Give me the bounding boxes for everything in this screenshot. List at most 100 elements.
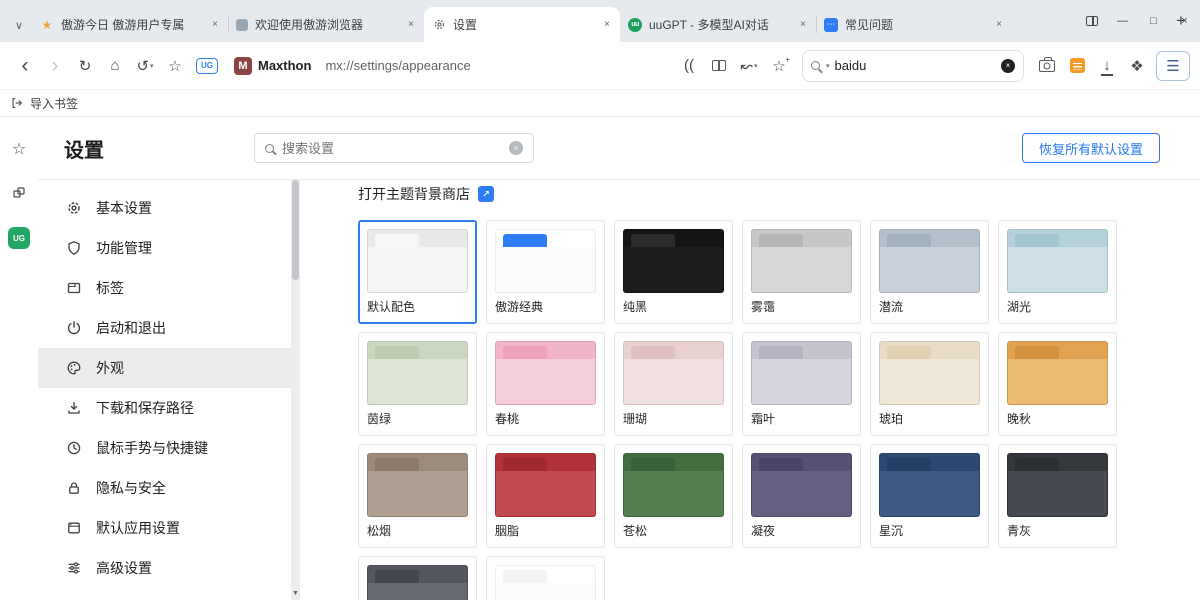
theme-card[interactable]: 茵绿 [358,332,477,436]
undo-button[interactable]: ↺▾ [130,51,160,81]
minimize-button[interactable]: — [1107,0,1138,42]
extensions-button[interactable]: ❖ [1122,51,1152,81]
external-link-icon: ↗ [478,186,494,202]
add-favorite-button[interactable]: ☆+ [764,51,794,81]
welcome-icon [236,19,248,31]
theme-card[interactable]: 星沉 [870,444,989,548]
theme-card[interactable]: 晚秋 [998,332,1117,436]
theme-card[interactable]: 琥珀 [870,332,989,436]
listen-button[interactable]: (( [674,51,704,81]
browser-tab-1[interactable]: 欢迎使用傲游浏览器× [228,7,424,42]
ug-sidebar-badge[interactable]: UG [8,227,30,249]
theme-label: 晚秋 [1007,412,1108,427]
theme-card[interactable]: 春桃 [486,332,605,436]
tab-close-icon[interactable]: × [210,17,220,32]
theme-card[interactable]: 纯黑 [614,220,733,324]
settings-nav-tab[interactable]: 标签 [38,268,291,308]
nav-label: 启动和退出 [96,318,166,338]
extensions-sidebar-button[interactable] [11,185,27,201]
maximize-button[interactable]: □ [1138,0,1169,42]
theme-card[interactable]: 傲游经典 [486,220,605,324]
import-bookmarks-button[interactable]: 导入书签 [10,95,78,112]
nav-label: 鼠标手势与快捷键 [96,438,208,458]
tab-close-icon[interactable]: × [994,17,1004,32]
nav-label: 外观 [96,358,124,378]
refresh-button[interactable]: ↻ [70,51,100,81]
theme-card[interactable] [358,556,477,600]
theme-preview [623,229,724,293]
ug-badge-button[interactable]: UG [196,58,218,74]
theme-preview-toolbar [496,359,595,404]
nav-scrollbar[interactable]: ▼ [291,180,300,600]
badge-icon [66,240,82,256]
settings-nav-gear[interactable]: 基本设置 [38,188,291,228]
scroll-down-button[interactable]: ▼ [291,586,300,600]
theme-card[interactable]: 青灰 [998,444,1117,548]
settings-nav-app[interactable]: 默认应用设置 [38,508,291,548]
settings-search-input[interactable] [282,141,501,156]
mouse-gesture-button[interactable]: ↜▾ [734,51,764,81]
favorites-sidebar-button[interactable]: ☆ [12,139,26,159]
settings-nav-power[interactable]: 启动和退出 [38,308,291,348]
tab-close-icon[interactable]: × [602,17,612,32]
tile-windows-icon [1086,16,1098,26]
theme-store-link[interactable]: 打开主题背景商店 ↗ [358,184,1200,204]
browser-tab-0[interactable]: ★傲游今日 傲游用户专属× [32,7,228,42]
theme-preview-tab [1015,458,1059,471]
theme-card[interactable]: 胭脂 [486,444,605,548]
power-icon [66,320,82,336]
settings-nav-clock[interactable]: 鼠标手势与快捷键 [38,428,291,468]
search-input[interactable] [835,58,996,73]
tab-close-icon[interactable]: × [406,17,416,32]
theme-card[interactable] [486,556,605,600]
reset-defaults-button[interactable]: 恢复所有默认设置 [1022,133,1160,163]
notes-button[interactable] [1062,51,1092,81]
back-button[interactable]: ‹ [10,51,40,81]
reader-mode-button[interactable] [704,51,734,81]
tab-list-button[interactable]: ∨ [6,8,32,42]
theme-card[interactable]: 潜流 [870,220,989,324]
toolbar-search[interactable]: ▾ × [802,50,1024,82]
browser-tab-2[interactable]: 设置× [424,7,620,42]
clear-search-icon[interactable]: × [1001,59,1015,73]
browser-tab-3[interactable]: uuuuGPT - 多模型AI对话× [620,7,816,42]
settings-nav-lock[interactable]: 隐私与安全 [38,468,291,508]
faq-icon: ⋯ [824,18,838,32]
theme-preview-toolbar [752,247,851,292]
main-menu-button[interactable]: ☰ [1156,51,1190,81]
screenshot-button[interactable] [1032,51,1062,81]
forward-button[interactable]: › [40,51,70,81]
theme-preview-toolbar [496,247,595,292]
home-button[interactable]: ⌂ [100,51,130,81]
theme-card[interactable]: 凝夜 [742,444,861,548]
theme-card[interactable]: 珊瑚 [614,332,733,436]
settings-search[interactable]: × [254,133,534,163]
site-identity: M Maxthon [234,57,311,75]
theme-card[interactable]: 湖光 [998,220,1117,324]
settings-nav-badge[interactable]: 功能管理 [38,228,291,268]
scrollbar-thumb[interactable] [292,180,299,280]
settings-nav-palette[interactable]: 外观 [38,348,291,388]
theme-card[interactable]: 霜叶 [742,332,861,436]
favorite-button[interactable]: ☆ [160,51,190,81]
settings-nav-download[interactable]: 下载和保存路径 [38,388,291,428]
theme-card[interactable]: 默认配色 [358,220,477,324]
theme-preview-toolbar [624,359,723,404]
theme-preview-toolbar [880,359,979,404]
clear-settings-search-icon[interactable]: × [509,141,523,155]
tab-title: uuGPT - 多模型AI对话 [649,16,792,33]
tab-close-icon[interactable]: × [798,17,808,32]
theme-preview-tab [759,346,803,359]
theme-card[interactable]: 松烟 [358,444,477,548]
downloads-button[interactable]: ↓ [1092,51,1122,81]
theme-preview-tab [375,458,419,471]
theme-card[interactable]: 雾霭 [742,220,861,324]
tile-button[interactable] [1076,0,1107,42]
theme-card[interactable]: 苍松 [614,444,733,548]
address-url[interactable]: mx://settings/appearance [325,58,470,73]
notes-icon [1070,58,1085,73]
settings-nav-sliders[interactable]: 高级设置 [38,548,291,588]
gesture-icon: ↜ [740,57,753,75]
new-tab-button[interactable]: + [1166,4,1196,38]
browser-tab-4[interactable]: ⋯常见问题× [816,7,1012,42]
